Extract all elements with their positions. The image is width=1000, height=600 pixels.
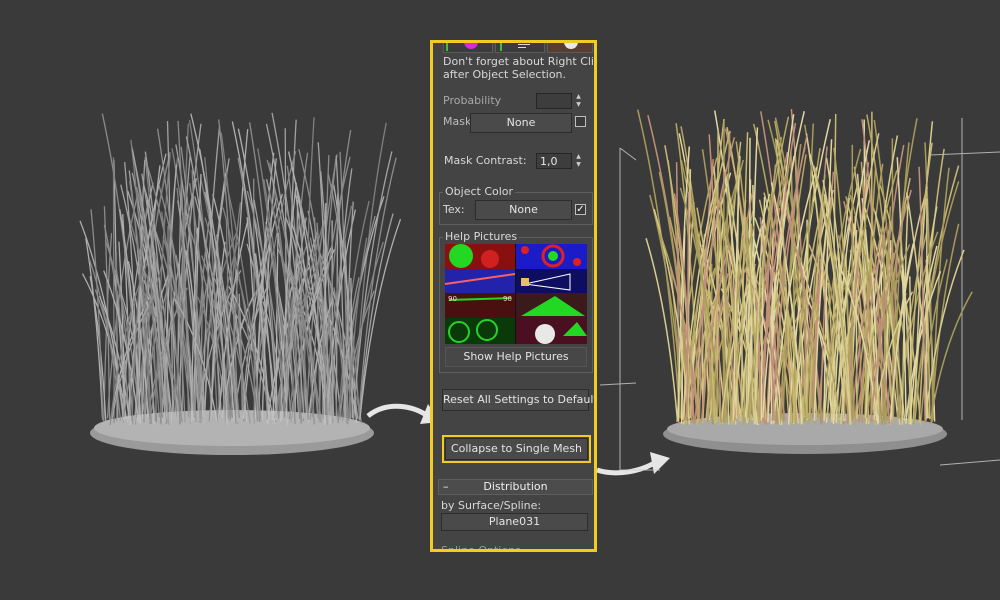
- mask-contrast-field[interactable]: 1,0: [536, 153, 572, 169]
- mask-button[interactable]: None: [470, 113, 572, 133]
- grass-blade: [636, 109, 681, 419]
- sphere-icon[interactable]: [547, 43, 593, 53]
- help-thumb-label-a: 90: [448, 295, 457, 303]
- collapse-to-single-mesh-button[interactable]: Collapse to Single Mesh: [445, 438, 588, 460]
- grass-grey-render: [79, 112, 402, 455]
- grass-blade: [112, 157, 115, 424]
- top-icon-strip: [441, 43, 593, 53]
- distribution-rollout-header[interactable]: – Distribution: [438, 479, 593, 495]
- show-help-pictures-button[interactable]: Show Help Pictures: [445, 347, 587, 367]
- reset-settings-button[interactable]: Reset All Settings to Default: [442, 389, 594, 411]
- tex-label: Tex:: [443, 203, 465, 216]
- mask-contrast-spinner[interactable]: ▲ ▼: [574, 153, 583, 169]
- mask-contrast-label: Mask Contrast:: [444, 154, 527, 167]
- tex-checkbox[interactable]: ✓: [575, 204, 586, 215]
- spinner-down-icon[interactable]: ▼: [574, 101, 583, 109]
- help-thumb-label-b: 90: [503, 295, 512, 303]
- plugin-panel: Don't forget about Right Click after Obj…: [430, 40, 597, 552]
- probability-field[interactable]: [536, 93, 572, 109]
- mask-label: Mask: [443, 115, 472, 128]
- spinner-up-icon[interactable]: ▲: [574, 153, 583, 161]
- tex-button[interactable]: None: [475, 200, 572, 220]
- surface-spline-label: by Surface/Spline:: [441, 499, 542, 512]
- hint-text-line-1: Don't forget about Right Click: [443, 55, 597, 68]
- arrow-head-2: [650, 452, 670, 474]
- arrow-curve-2: [596, 459, 658, 476]
- spinner-up-icon[interactable]: ▲: [574, 93, 583, 101]
- help-pictures-title: Help Pictures: [443, 230, 520, 244]
- grass-blade: [359, 218, 402, 421]
- surface-object-button[interactable]: Plane031: [441, 513, 588, 531]
- mask-checkbox[interactable]: [575, 116, 586, 127]
- distribution-title: Distribution: [483, 480, 548, 493]
- probability-spinner[interactable]: ▲ ▼: [574, 93, 583, 109]
- hint-text-line-2: after Object Selection.: [443, 68, 567, 81]
- spline-options-label: Spline Options: [441, 544, 521, 552]
- arrow-curve-1: [366, 403, 430, 419]
- paint-icon[interactable]: [443, 43, 493, 53]
- probability-label: Probability: [443, 94, 502, 107]
- object-color-title: Object Color: [443, 185, 516, 199]
- grass-color-render: [636, 109, 973, 454]
- help-thumbnails: [444, 244, 587, 344]
- align-icon[interactable]: [495, 43, 545, 53]
- help-pictures-grid[interactable]: 90 90: [444, 244, 587, 344]
- grass-blade: [353, 122, 387, 420]
- spinner-down-icon[interactable]: ▼: [574, 161, 583, 169]
